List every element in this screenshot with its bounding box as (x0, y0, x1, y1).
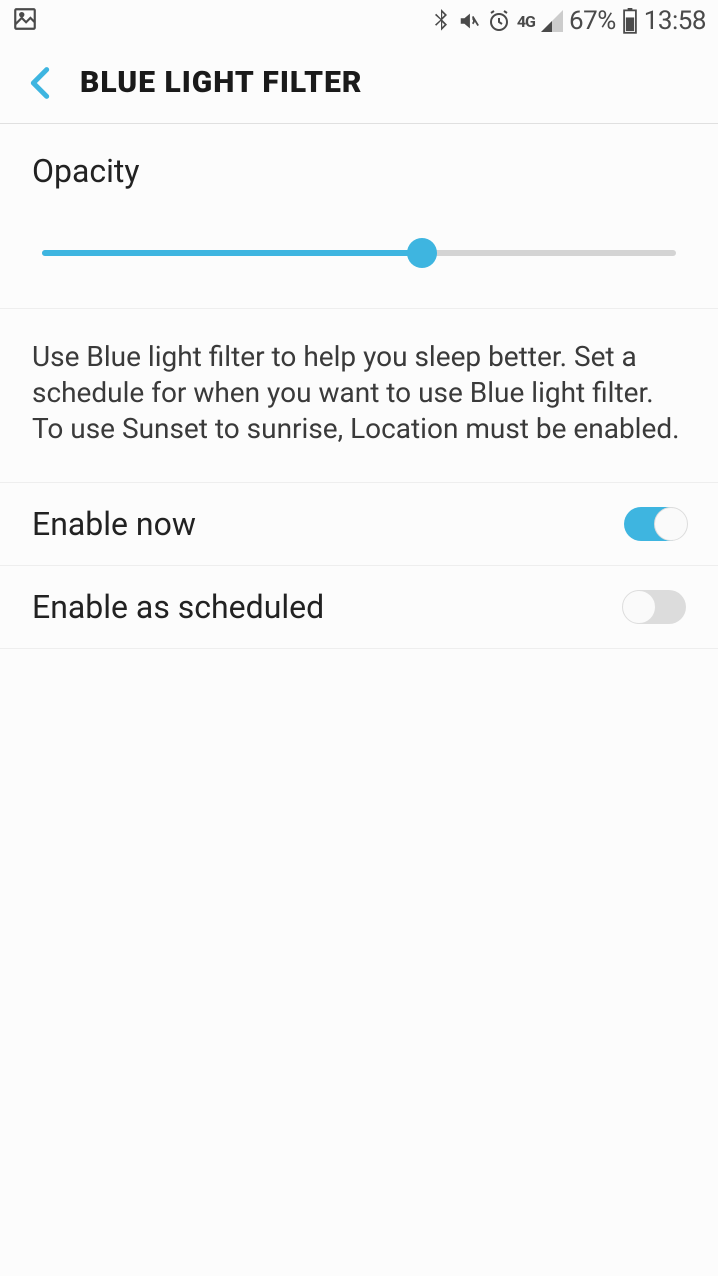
enable-now-toggle[interactable] (624, 507, 686, 541)
content: Opacity Use Blue light filter to help yo… (0, 124, 718, 649)
battery-percent: 67% (569, 6, 616, 36)
alarm-icon (487, 9, 511, 33)
data-type-label: 4G (517, 12, 535, 31)
back-button[interactable] (20, 63, 60, 103)
slider-thumb[interactable] (407, 238, 437, 268)
toggle-thumb (654, 507, 688, 541)
enable-scheduled-toggle[interactable] (624, 590, 686, 624)
bluetooth-icon (431, 9, 451, 33)
enable-now-label: Enable now (32, 505, 196, 543)
mute-icon (457, 10, 481, 32)
page-title: BLUE LIGHT FILTER (80, 65, 362, 100)
description-text: Use Blue light filter to help you sleep … (32, 339, 686, 446)
slider-fill (42, 250, 422, 256)
opacity-label: Opacity (32, 152, 686, 190)
enable-scheduled-row[interactable]: Enable as scheduled (0, 566, 718, 649)
clock-time: 13:58 (644, 6, 706, 36)
enable-now-row[interactable]: Enable now (0, 483, 718, 566)
nav-bar: BLUE LIGHT FILTER (0, 42, 718, 124)
opacity-section: Opacity (0, 124, 718, 309)
enable-scheduled-label: Enable as scheduled (32, 588, 324, 626)
status-bar: 4G 67% 13:58 (0, 0, 718, 42)
description-section: Use Blue light filter to help you sleep … (0, 309, 718, 483)
signal-icon (541, 10, 563, 32)
battery-icon (622, 8, 638, 34)
gallery-icon (12, 6, 38, 32)
opacity-slider[interactable] (42, 238, 676, 268)
